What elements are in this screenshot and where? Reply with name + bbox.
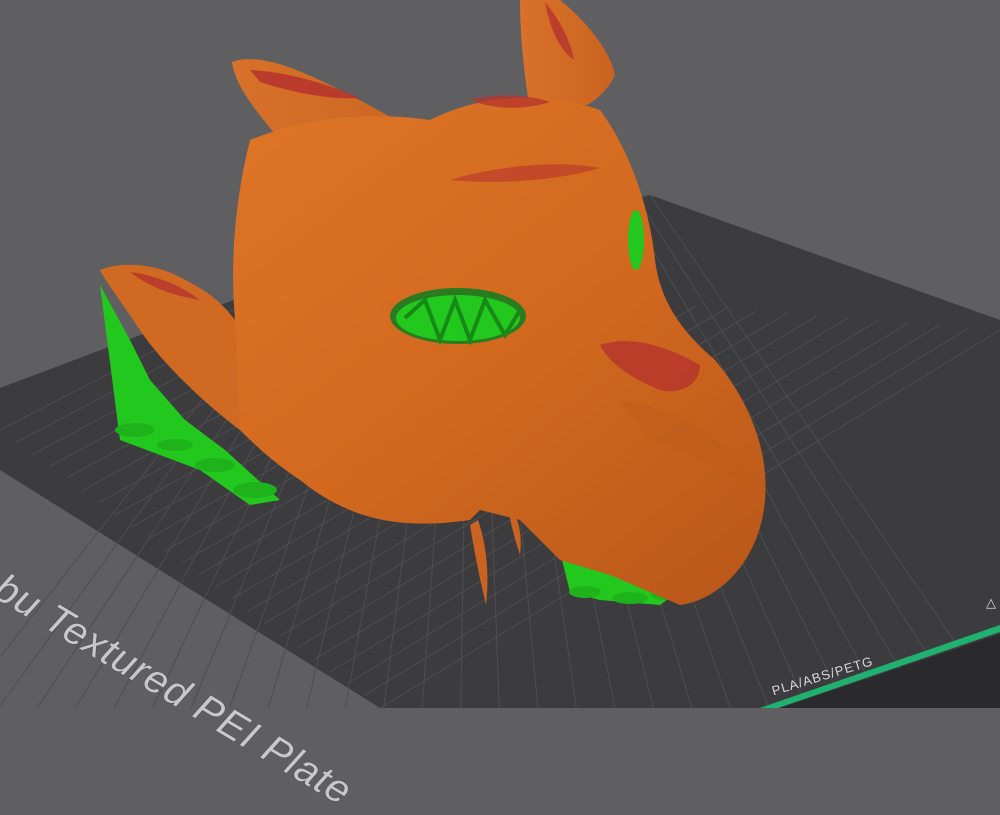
- warning-triangle-icon[interactable]: △: [984, 596, 998, 610]
- 3d-viewport[interactable]: mbu Textured PEI Plate PLA/ABS/PETG △: [0, 0, 1000, 814]
